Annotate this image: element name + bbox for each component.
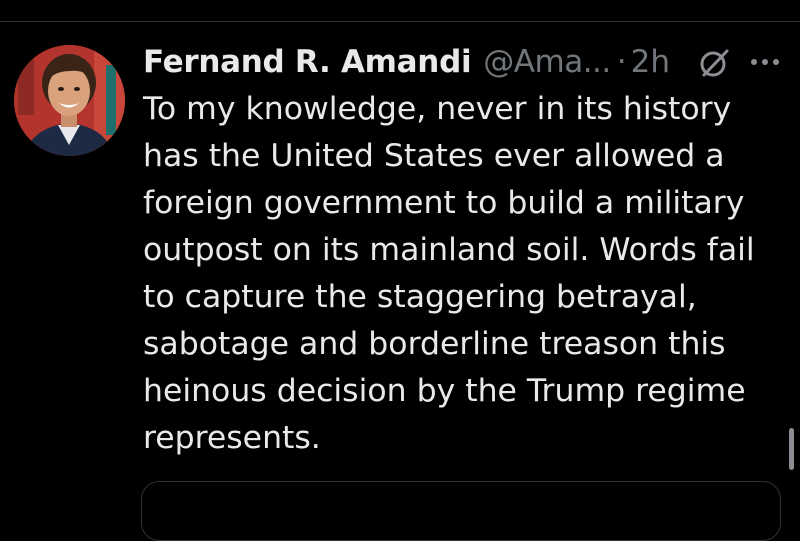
grok-icon[interactable]: [696, 45, 732, 81]
tweet-text-line: sabotage and borderline treason this: [143, 326, 726, 362]
tweet-text-line: outpost on its mainland soil. Words fail: [143, 232, 755, 268]
author-display-name[interactable]: Fernand R. Amandi: [143, 44, 472, 80]
tweet-text-line: foreign government to build a military: [143, 185, 745, 221]
avatar[interactable]: [14, 45, 125, 156]
tweet-timestamp[interactable]: 2h: [631, 44, 670, 80]
more-icon[interactable]: [748, 50, 782, 74]
header-separator: ·: [616, 44, 627, 80]
tweet-text-line: represents.: [143, 420, 321, 456]
tweet-text-line: has the United States ever allowed a: [143, 138, 725, 174]
tweet-text-line: To my knowledge, never in its history: [143, 91, 732, 127]
author-handle[interactable]: @Ama...: [483, 44, 611, 80]
tweet-text-line: to capture the staggering betrayal,: [143, 279, 697, 315]
quoted-tweet-card[interactable]: [141, 481, 781, 541]
scrollbar[interactable]: [789, 428, 794, 470]
top-divider: [0, 21, 800, 22]
profile-photo: [14, 45, 125, 156]
tweet-text-line: heinous decision by the Trump regime: [143, 373, 746, 409]
tweet-text: To my knowledge, never in its history ha…: [143, 86, 793, 462]
